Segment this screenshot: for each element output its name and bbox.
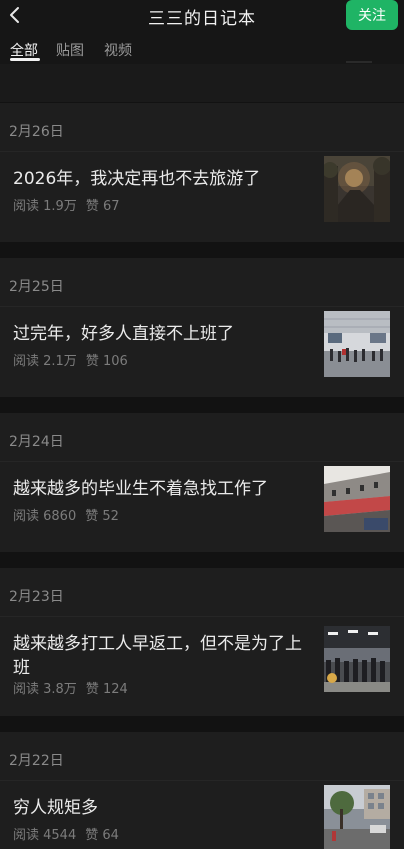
- divider: [0, 306, 404, 307]
- article-stats: 阅读 1.9万赞 67: [13, 195, 120, 214]
- filter-tabs: 全部 贴图 视频: [0, 34, 404, 64]
- top-bar: 三三的日记本 关注: [0, 0, 404, 34]
- like-count: 赞 67: [85, 199, 120, 214]
- article-date: 2月22日: [9, 753, 64, 769]
- article-stats: 阅读 2.1万赞 106: [13, 350, 128, 369]
- article-card[interactable]: 2月25日 过完年，好多人直接不上班了 阅读 2.1万赞 106: [0, 258, 404, 397]
- article-stats: 阅读 4544 赞 64: [13, 824, 119, 843]
- like-count: 赞 124: [85, 682, 128, 697]
- tab-images[interactable]: 贴图: [56, 40, 84, 60]
- train-interior-photo: [324, 466, 390, 532]
- read-count: 阅读 1.9万: [13, 199, 77, 214]
- article-date: 2月23日: [9, 589, 64, 605]
- decorative-bar: [346, 61, 372, 63]
- article-stats: 阅读 3.8万赞 124: [13, 678, 128, 697]
- divider: [0, 616, 404, 617]
- article-title: 过完年，好多人直接不上班了: [13, 324, 234, 344]
- active-tab-indicator: [10, 58, 40, 61]
- app-root: 2月26日 2026年，我决定再也不去旅游了 阅读 1.9万赞 67 2月25日…: [0, 0, 404, 849]
- article-date: 2月24日: [9, 434, 64, 450]
- read-count: 阅读 4544: [13, 828, 77, 843]
- like-count: 赞 52: [85, 509, 119, 524]
- street-scene-photo: [324, 785, 390, 849]
- article-title: 穷人规矩多: [13, 798, 98, 818]
- station-crowd-photo: [324, 311, 390, 377]
- article-title: 越来越多的毕业生不着急找工作了: [13, 479, 268, 499]
- article-card[interactable]: 2月22日 穷人规矩多 阅读 4544 赞 64: [0, 732, 404, 849]
- read-count: 阅读 6860: [13, 509, 77, 524]
- article-card[interactable]: 2月24日 越来越多的毕业生不着急找工作了 阅读 6860 赞 52: [0, 413, 404, 552]
- page-title: 三三的日记本: [148, 9, 256, 29]
- article-card[interactable]: 2月23日 越来越多打工人早返工，但不是为了上班 阅读 3.8万赞 124: [0, 568, 404, 716]
- like-count: 赞 106: [85, 354, 128, 369]
- tab-divider-strip: [0, 64, 404, 102]
- read-count: 阅读 2.1万: [13, 354, 77, 369]
- article-stats: 阅读 6860 赞 52: [13, 505, 119, 524]
- night-road-photo: [324, 156, 390, 222]
- tab-videos[interactable]: 视频: [104, 40, 132, 60]
- article-date: 2月25日: [9, 279, 64, 295]
- article-title: 2026年，我决定再也不去旅游了: [13, 169, 261, 189]
- divider: [0, 151, 404, 152]
- divider: [0, 461, 404, 462]
- tab-all[interactable]: 全部: [10, 40, 38, 60]
- station-queue-photo: [324, 626, 390, 692]
- follow-button[interactable]: 关注: [346, 0, 398, 30]
- article-date: 2月26日: [9, 124, 64, 140]
- article-card[interactable]: 2月26日 2026年，我决定再也不去旅游了 阅读 1.9万赞 67: [0, 103, 404, 242]
- read-count: 阅读 3.8万: [13, 682, 77, 697]
- divider: [0, 780, 404, 781]
- article-title: 越来越多打工人早返工，但不是为了上班: [13, 634, 302, 678]
- like-count: 赞 64: [85, 828, 119, 843]
